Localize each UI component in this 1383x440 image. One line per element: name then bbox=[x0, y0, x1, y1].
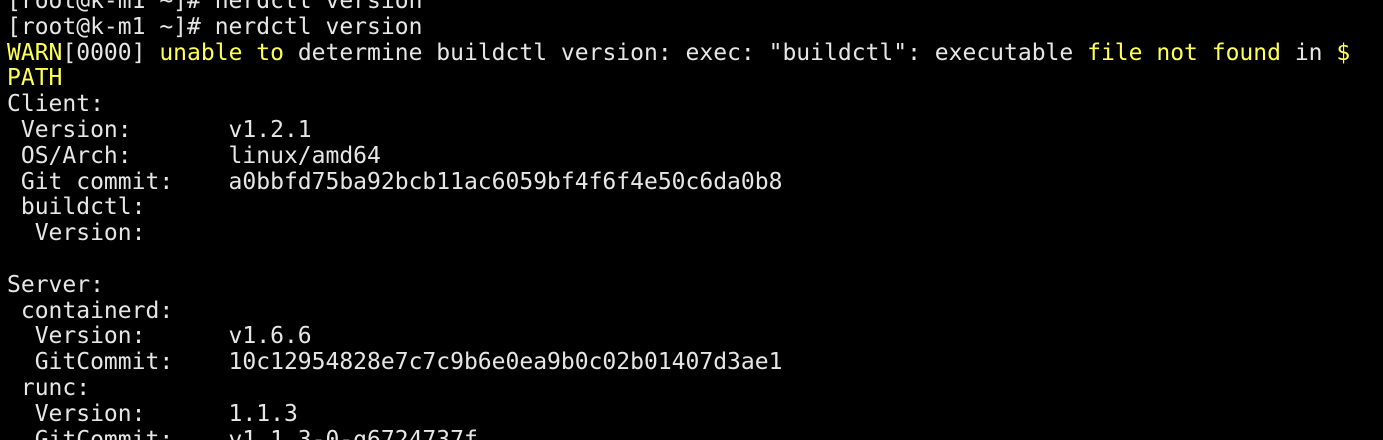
terminal-text-segment: PATH bbox=[7, 65, 63, 92]
terminal-window[interactable]: [root@k-m1 ~]# nerdctl version [root@k-m1… bbox=[0, 0, 1383, 440]
terminal-text-segment: [root@k-m1 ~]# nerdctl version bbox=[7, 13, 423, 40]
terminal-text-segment: Version: bbox=[7, 220, 146, 247]
terminal-line: runc: bbox=[7, 374, 1350, 402]
terminal-text-segment: [root@k-m1 ~]# nerdctl version bbox=[7, 0, 423, 14]
terminal-text-segment: Version: v1.6.6 bbox=[7, 323, 312, 350]
terminal-text-segment: file not found bbox=[1087, 39, 1281, 66]
terminal-line: OS/Arch: linux/amd64 bbox=[7, 142, 1350, 170]
terminal-output: [root@k-m1 ~]# nerdctl version [root@k-m1… bbox=[7, 0, 1350, 440]
terminal-line: containerd: bbox=[7, 297, 1350, 325]
terminal-line: Client: bbox=[7, 91, 1350, 118]
terminal-text-segment: in bbox=[1280, 39, 1337, 66]
terminal-text-segment: Server: bbox=[7, 271, 104, 298]
terminal-text-segment: GitCommit: 10c12954828e7c7c9b6e0ea9b0c02… bbox=[7, 349, 783, 376]
terminal-line: GitCommit: 10c12954828e7c7c9b6e0ea9b0c02… bbox=[7, 349, 1350, 376]
terminal-line: PATH bbox=[7, 65, 1350, 92]
terminal-text-segment: [0000] bbox=[62, 39, 160, 66]
terminal-text-segment: containerd: bbox=[7, 297, 174, 324]
terminal-text-segment: buildctl: bbox=[7, 194, 146, 221]
terminal-text-segment: unable to bbox=[159, 39, 298, 66]
terminal-text-segment: WARN bbox=[7, 39, 63, 66]
terminal-line: Version: v1.2.1 bbox=[7, 116, 1350, 144]
terminal-text-segment: Version: 1.1.3 bbox=[7, 400, 298, 427]
terminal-line: Version: 1.1.3 bbox=[7, 400, 1350, 428]
terminal-line: Version: bbox=[7, 220, 1350, 247]
terminal-text-segment: Git commit: a0bbfd75ba92bcb11ac6059bf4f6… bbox=[7, 168, 783, 195]
terminal-line: Git commit: a0bbfd75ba92bcb11ac6059bf4f6… bbox=[7, 168, 1350, 196]
terminal-text-segment: GitCommit: v1.1.3-0-g6724737f bbox=[7, 426, 478, 440]
terminal-text-segment: determine buildctl version: exec: "build… bbox=[297, 39, 1088, 66]
terminal-text-segment: runc: bbox=[7, 374, 91, 401]
terminal-text-segment: $ bbox=[1336, 39, 1351, 66]
terminal-line: [root@k-m1 ~]# nerdctl version bbox=[7, 13, 1350, 41]
terminal-text-segment: Version: v1.2.1 bbox=[7, 116, 312, 143]
terminal-line: buildctl: bbox=[7, 194, 1350, 221]
terminal-line: WARN[0000] unable to determine buildctl … bbox=[7, 39, 1351, 67]
terminal-line: GitCommit: v1.1.3-0-g6724737f bbox=[7, 426, 1350, 440]
terminal-line: Server: bbox=[7, 271, 1350, 299]
terminal-text-segment: OS/Arch: linux/amd64 bbox=[7, 142, 381, 169]
terminal-line: [root@k-m1 ~]# nerdctl version bbox=[7, 0, 1350, 15]
terminal-text-segment: Client: bbox=[7, 91, 104, 118]
terminal-line: Version: v1.6.6 bbox=[7, 323, 1350, 350]
